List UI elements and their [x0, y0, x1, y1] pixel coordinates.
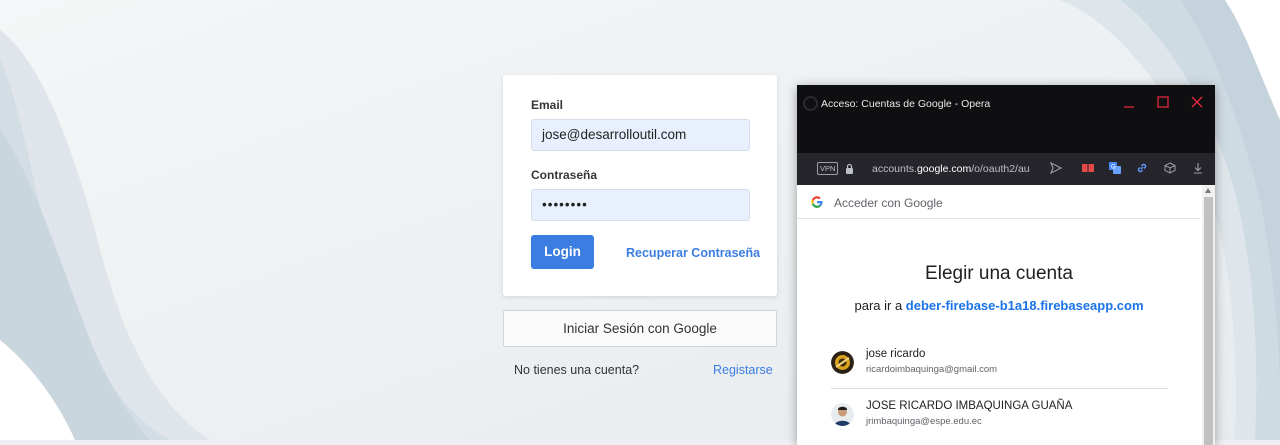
send-icon[interactable] [1049, 161, 1063, 175]
google-account-popup: Acceso: Cuentas de Google - Opera VPN ac… [797, 85, 1215, 445]
maximize-icon[interactable] [1155, 94, 1171, 110]
scroll-up-icon[interactable] [1205, 188, 1211, 193]
reader-icon[interactable] [1081, 161, 1095, 175]
google-logo-icon [811, 196, 823, 208]
lock-icon [846, 163, 853, 174]
link-icon[interactable] [1135, 161, 1149, 175]
account-email: jrimbaquinga@espe.edu.ec [866, 416, 982, 427]
continue-domain-link[interactable]: deber-firebase-b1a18.firebaseapp.com [906, 298, 1144, 313]
svg-text:G: G [1111, 164, 1116, 171]
url-domain: google.com [916, 163, 972, 175]
minimize-icon[interactable] [1121, 94, 1137, 110]
download-icon[interactable] [1191, 161, 1205, 175]
account-name: JOSE RICARDO IMBAQUINGA GUAÑA [866, 400, 1073, 412]
account-name: jose ricardo [866, 348, 926, 360]
continue-to-text: para ir a deber-firebase-b1a18.firebasea… [797, 298, 1201, 313]
scroll-thumb[interactable] [1204, 197, 1213, 445]
password-label: Contraseña [531, 168, 598, 182]
password-input[interactable]: •••••••• [531, 189, 750, 221]
close-icon[interactable] [1189, 94, 1205, 110]
login-card: Email jose@desarrolloutil.com Contraseña… [503, 75, 777, 296]
url-prefix: accounts. [872, 163, 917, 175]
account-item[interactable]: jose ricardo ricardoimbaquinga@gmail.com [831, 348, 1171, 384]
avatar [831, 403, 854, 426]
login-button[interactable]: Login [531, 235, 594, 269]
scrollbar[interactable] [1202, 185, 1215, 445]
vpn-badge[interactable]: VPN [817, 162, 839, 175]
url-field[interactable]: accounts.google.com/o/oauth2/au [872, 163, 1040, 175]
opera-logo-icon [803, 96, 818, 111]
google-signin-button[interactable]: Iniciar Sesión con Google [503, 310, 777, 347]
window-titlebar: Acceso: Cuentas de Google - Opera [797, 85, 1215, 153]
choose-account-heading: Elegir una cuenta [925, 263, 1073, 284]
register-link[interactable]: Registarse [713, 363, 773, 377]
recover-password-link[interactable]: Recuperar Contraseña [626, 246, 760, 260]
address-bar: VPN accounts.google.com/o/oauth2/au G [797, 153, 1215, 185]
no-account-text: No tienes una cuenta? [514, 363, 640, 377]
translate-icon[interactable]: G [1108, 161, 1122, 175]
continue-prefix: para ir a [854, 298, 906, 313]
signin-with-google-label: Acceder con Google [834, 196, 943, 210]
account-item[interactable]: JOSE RICARDO IMBAQUINGA GUAÑA jrimbaquin… [831, 400, 1171, 436]
cube-icon[interactable] [1163, 161, 1177, 175]
account-divider [831, 388, 1168, 389]
account-email: ricardoimbaquinga@gmail.com [866, 364, 998, 375]
url-path: /o/oauth2/au [971, 163, 1030, 175]
email-label: Email [531, 98, 564, 112]
avatar [831, 351, 854, 374]
email-input[interactable]: jose@desarrolloutil.com [531, 119, 750, 151]
google-signin-header: Acceder con Google [797, 185, 1201, 219]
window-title: Acceso: Cuentas de Google - Opera [821, 98, 991, 110]
